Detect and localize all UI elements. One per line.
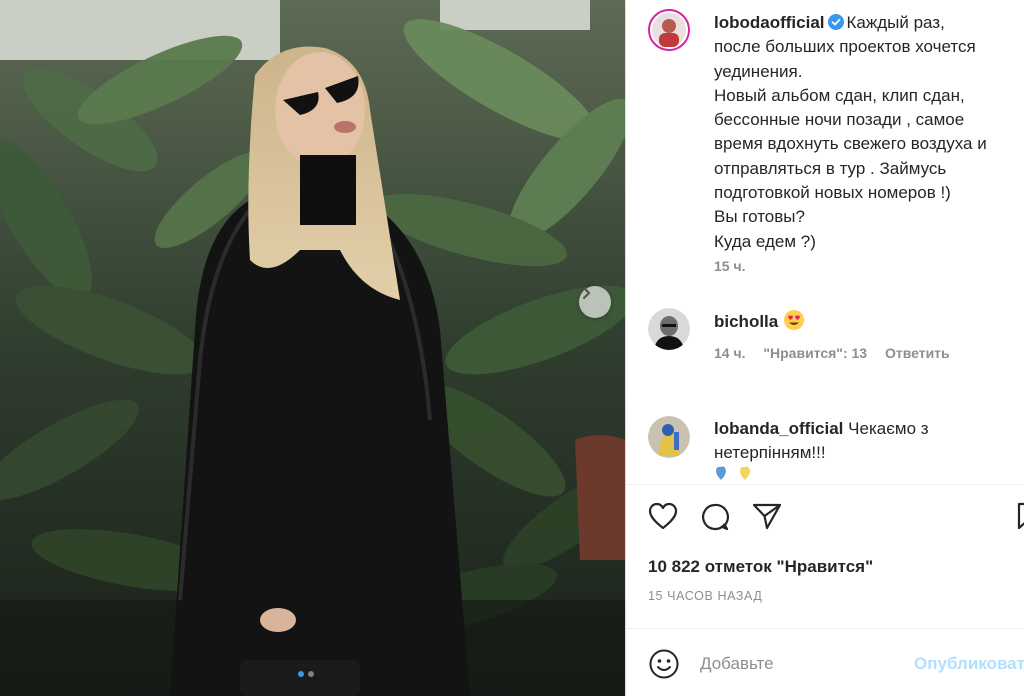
- caption-line: Каждый раз,: [846, 13, 945, 32]
- heart-icon[interactable]: [648, 502, 678, 530]
- profile-picture-icon: [648, 308, 690, 350]
- comment-text: Чекаємо з: [848, 419, 929, 438]
- likes-count[interactable]: 10 822 отметок "Нравится": [648, 557, 873, 577]
- avatar[interactable]: [648, 416, 690, 458]
- comment-body: lobanda_official Чекаємо з: [714, 417, 929, 441]
- next-photo-button[interactable]: [579, 286, 611, 318]
- post-photo[interactable]: [0, 0, 625, 696]
- caption-line: подготовкой новых номеров !): [714, 183, 951, 203]
- caption-line: бессонные ночи позади , самое: [714, 110, 965, 130]
- comment-meta: 14 ч. "Нравится": 13 Ответить: [714, 345, 964, 361]
- heart-eyes-emoji: [783, 310, 804, 330]
- actions-bar: 10 822 отметок "Нравится" 15 ЧАСОВ НАЗАД: [626, 484, 1024, 628]
- chevron-right-icon: [582, 286, 591, 300]
- comment-body: bicholla: [714, 309, 805, 334]
- avatar[interactable]: [648, 9, 690, 51]
- heart-pair-icon: [716, 466, 750, 480]
- bookmark-icon[interactable]: [1017, 502, 1024, 530]
- caption-username[interactable]: lobodaofficial: [714, 13, 825, 32]
- add-comment-bar: Опубликовать: [626, 628, 1024, 696]
- caption-line: Куда едем ?): [714, 231, 816, 251]
- carousel-dot-active: [298, 671, 304, 677]
- avatar[interactable]: [648, 308, 690, 350]
- profile-picture-icon: [648, 416, 690, 458]
- post-sidebar: lobodaofficial Каждый раз, после больших …: [625, 0, 1024, 696]
- comment-text-line: нетерпінням!!!: [714, 443, 826, 462]
- instagram-post: lobodaofficial Каждый раз, после больших …: [0, 0, 1024, 696]
- blue-yellow-hearts-emoji: [714, 465, 762, 484]
- caption-line: Вы готовы?: [714, 207, 805, 227]
- caption-line: отправляться в тур . Займусь: [714, 158, 947, 178]
- carousel-dot: [308, 671, 314, 677]
- caption-timestamp: 15 ч.: [714, 258, 746, 274]
- smile-icon[interactable]: [648, 648, 680, 680]
- comment-timestamp: 14 ч.: [714, 345, 746, 361]
- verified-badge-icon: [827, 14, 844, 30]
- comment-username[interactable]: lobanda_official: [714, 419, 843, 438]
- profile-picture-icon: [652, 13, 686, 47]
- comment-icon[interactable]: [700, 502, 730, 532]
- comment-username[interactable]: bicholla: [714, 312, 778, 331]
- comment-input[interactable]: [700, 653, 900, 675]
- share-icon[interactable]: [752, 502, 782, 530]
- reply-button[interactable]: Ответить: [885, 345, 950, 361]
- carousel-dots: [298, 671, 314, 677]
- caption-line: время вдохнуть свежего воздуха и: [714, 134, 987, 154]
- post-caption: lobodaofficial Каждый раз, после больших …: [714, 11, 1024, 254]
- comment-likes-link[interactable]: "Нравится": 13: [763, 345, 867, 361]
- comments-list: lobodaofficial Каждый раз, после больших …: [626, 0, 1024, 484]
- caption-line: после больших проектов хочется: [714, 37, 976, 57]
- publish-button[interactable]: Опубликовать: [914, 654, 1024, 674]
- photo-illustration: [0, 0, 625, 696]
- caption-time: 15 ч.: [714, 258, 759, 274]
- caption-line: уединения.: [714, 61, 803, 81]
- post-time-ago[interactable]: 15 ЧАСОВ НАЗАД: [648, 589, 762, 603]
- caption-line: Новый альбом сдан, клип сдан,: [714, 85, 965, 105]
